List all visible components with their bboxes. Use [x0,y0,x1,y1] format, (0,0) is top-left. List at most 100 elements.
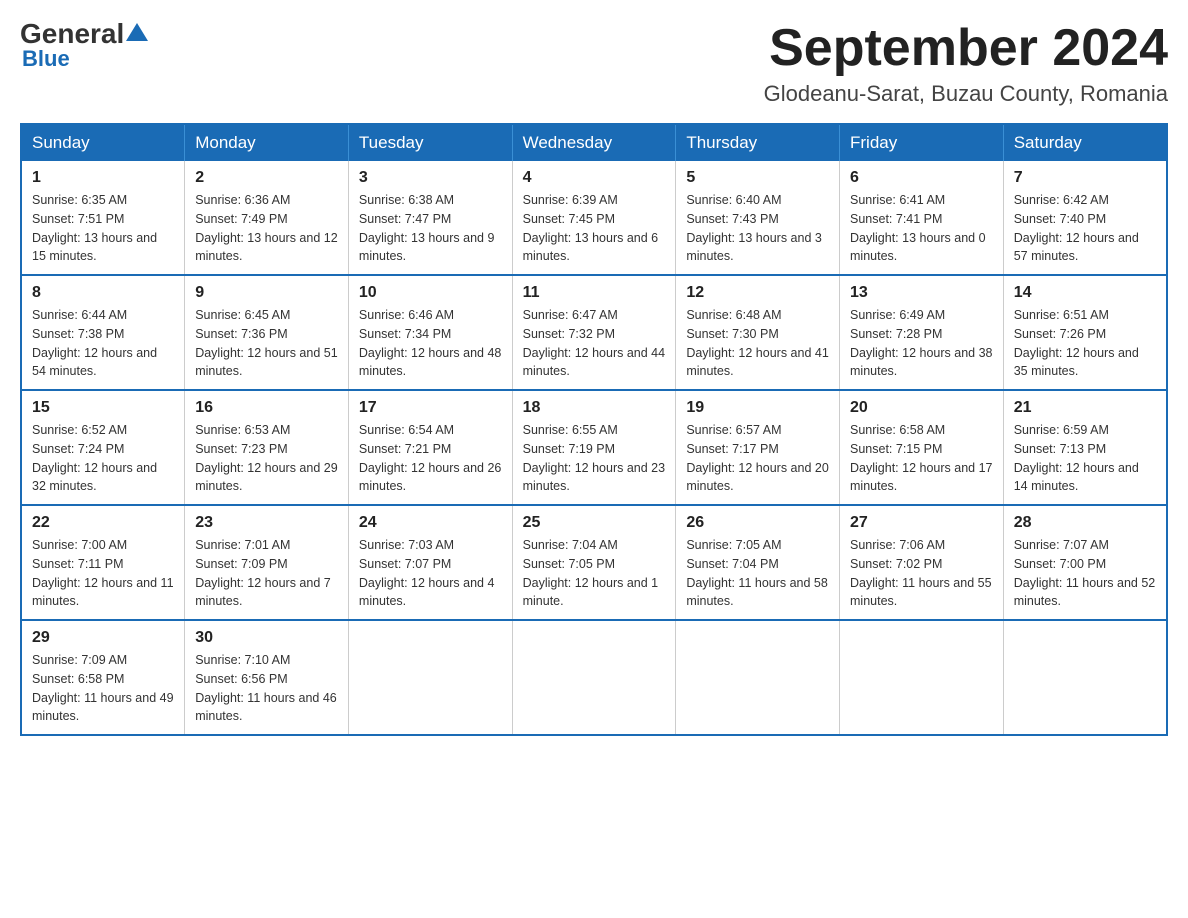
day-info: Sunrise: 6:41 AMSunset: 7:41 PMDaylight:… [850,191,993,266]
calendar-header-row: Sunday Monday Tuesday Wednesday Thursday… [21,124,1167,161]
day-info: Sunrise: 6:54 AMSunset: 7:21 PMDaylight:… [359,421,502,496]
table-row [348,620,512,735]
col-tuesday: Tuesday [348,124,512,161]
day-info: Sunrise: 6:44 AMSunset: 7:38 PMDaylight:… [32,306,174,381]
day-number: 12 [686,284,829,302]
calendar-week-row: 29 Sunrise: 7:09 AMSunset: 6:58 PMDayligh… [21,620,1167,735]
table-row: 4 Sunrise: 6:39 AMSunset: 7:45 PMDaylight… [512,161,676,275]
day-info: Sunrise: 7:10 AMSunset: 6:56 PMDaylight:… [195,651,338,726]
day-info: Sunrise: 6:48 AMSunset: 7:30 PMDaylight:… [686,306,829,381]
table-row: 27 Sunrise: 7:06 AMSunset: 7:02 PMDayligh… [840,505,1004,620]
col-wednesday: Wednesday [512,124,676,161]
day-info: Sunrise: 6:51 AMSunset: 7:26 PMDaylight:… [1014,306,1156,381]
day-info: Sunrise: 6:57 AMSunset: 7:17 PMDaylight:… [686,421,829,496]
day-number: 2 [195,169,338,187]
logo-icon [126,21,148,43]
page-header: General Blue September 2024 Glodeanu-Sar… [20,20,1168,107]
col-friday: Friday [840,124,1004,161]
calendar-week-row: 1Sunrise: 6:35 AMSunset: 7:51 PMDaylight… [21,161,1167,275]
table-row [676,620,840,735]
day-info: Sunrise: 6:59 AMSunset: 7:13 PMDaylight:… [1014,421,1156,496]
table-row: 9 Sunrise: 6:45 AMSunset: 7:36 PMDaylight… [185,275,349,390]
table-row: 18 Sunrise: 6:55 AMSunset: 7:19 PMDayligh… [512,390,676,505]
logo: General Blue [20,20,148,72]
day-number: 11 [523,284,666,302]
day-number: 17 [359,399,502,417]
calendar-week-row: 15 Sunrise: 6:52 AMSunset: 7:24 PMDayligh… [21,390,1167,505]
table-row: 3 Sunrise: 6:38 AMSunset: 7:47 PMDaylight… [348,161,512,275]
calendar-week-row: 22Sunrise: 7:00 AMSunset: 7:11 PMDayligh… [21,505,1167,620]
day-number: 26 [686,514,829,532]
table-row: 6 Sunrise: 6:41 AMSunset: 7:41 PMDaylight… [840,161,1004,275]
table-row: 29 Sunrise: 7:09 AMSunset: 6:58 PMDayligh… [21,620,185,735]
day-number: 24 [359,514,502,532]
day-number: 23 [195,514,338,532]
day-number: 1 [32,169,174,187]
table-row: 17 Sunrise: 6:54 AMSunset: 7:21 PMDayligh… [348,390,512,505]
table-row: 12 Sunrise: 6:48 AMSunset: 7:30 PMDayligh… [676,275,840,390]
day-number: 9 [195,284,338,302]
title-area: September 2024 Glodeanu-Sarat, Buzau Cou… [764,20,1168,107]
table-row: 1Sunrise: 6:35 AMSunset: 7:51 PMDaylight… [21,161,185,275]
day-info: Sunrise: 6:55 AMSunset: 7:19 PMDaylight:… [523,421,666,496]
table-row: 24 Sunrise: 7:03 AMSunset: 7:07 PMDayligh… [348,505,512,620]
day-info: Sunrise: 6:52 AMSunset: 7:24 PMDaylight:… [32,421,174,496]
day-info: Sunrise: 7:07 AMSunset: 7:00 PMDaylight:… [1014,536,1156,611]
logo-blue-text: Blue [20,46,70,72]
col-sunday: Sunday [21,124,185,161]
day-info: Sunrise: 6:39 AMSunset: 7:45 PMDaylight:… [523,191,666,266]
day-number: 30 [195,629,338,647]
day-info: Sunrise: 7:03 AMSunset: 7:07 PMDaylight:… [359,536,502,611]
day-number: 5 [686,169,829,187]
day-info: Sunrise: 7:05 AMSunset: 7:04 PMDaylight:… [686,536,829,611]
table-row: 19 Sunrise: 6:57 AMSunset: 7:17 PMDayligh… [676,390,840,505]
table-row: 20Sunrise: 6:58 AMSunset: 7:15 PMDayligh… [840,390,1004,505]
day-info: Sunrise: 6:36 AMSunset: 7:49 PMDaylight:… [195,191,338,266]
col-saturday: Saturday [1003,124,1167,161]
table-row: 2 Sunrise: 6:36 AMSunset: 7:49 PMDaylight… [185,161,349,275]
day-number: 25 [523,514,666,532]
day-info: Sunrise: 7:06 AMSunset: 7:02 PMDaylight:… [850,536,993,611]
day-info: Sunrise: 7:00 AMSunset: 7:11 PMDaylight:… [32,536,174,611]
col-thursday: Thursday [676,124,840,161]
day-number: 19 [686,399,829,417]
day-info: Sunrise: 6:38 AMSunset: 7:47 PMDaylight:… [359,191,502,266]
day-info: Sunrise: 7:04 AMSunset: 7:05 PMDaylight:… [523,536,666,611]
day-number: 3 [359,169,502,187]
day-number: 20 [850,399,993,417]
day-info: Sunrise: 6:46 AMSunset: 7:34 PMDaylight:… [359,306,502,381]
table-row: 21 Sunrise: 6:59 AMSunset: 7:13 PMDayligh… [1003,390,1167,505]
day-number: 6 [850,169,993,187]
table-row: 13 Sunrise: 6:49 AMSunset: 7:28 PMDayligh… [840,275,1004,390]
day-number: 18 [523,399,666,417]
day-number: 15 [32,399,174,417]
calendar-table: Sunday Monday Tuesday Wednesday Thursday… [20,123,1168,736]
day-number: 21 [1014,399,1156,417]
table-row: 30 Sunrise: 7:10 AMSunset: 6:56 PMDayligh… [185,620,349,735]
table-row [840,620,1004,735]
day-number: 10 [359,284,502,302]
day-number: 29 [32,629,174,647]
day-info: Sunrise: 6:42 AMSunset: 7:40 PMDaylight:… [1014,191,1156,266]
day-number: 16 [195,399,338,417]
location-title: Glodeanu-Sarat, Buzau County, Romania [764,81,1168,107]
logo-general-text: General [20,20,124,48]
table-row: 11 Sunrise: 6:47 AMSunset: 7:32 PMDayligh… [512,275,676,390]
day-info: Sunrise: 6:45 AMSunset: 7:36 PMDaylight:… [195,306,338,381]
day-info: Sunrise: 7:09 AMSunset: 6:58 PMDaylight:… [32,651,174,726]
day-info: Sunrise: 6:49 AMSunset: 7:28 PMDaylight:… [850,306,993,381]
table-row: 10 Sunrise: 6:46 AMSunset: 7:34 PMDayligh… [348,275,512,390]
table-row: 16 Sunrise: 6:53 AMSunset: 7:23 PMDayligh… [185,390,349,505]
day-number: 27 [850,514,993,532]
day-number: 4 [523,169,666,187]
day-info: Sunrise: 6:53 AMSunset: 7:23 PMDaylight:… [195,421,338,496]
table-row: 22Sunrise: 7:00 AMSunset: 7:11 PMDayligh… [21,505,185,620]
day-info: Sunrise: 6:47 AMSunset: 7:32 PMDaylight:… [523,306,666,381]
day-number: 7 [1014,169,1156,187]
table-row: 25 Sunrise: 7:04 AMSunset: 7:05 PMDayligh… [512,505,676,620]
day-number: 13 [850,284,993,302]
day-number: 28 [1014,514,1156,532]
col-monday: Monday [185,124,349,161]
table-row: 14 Sunrise: 6:51 AMSunset: 7:26 PMDayligh… [1003,275,1167,390]
day-number: 14 [1014,284,1156,302]
